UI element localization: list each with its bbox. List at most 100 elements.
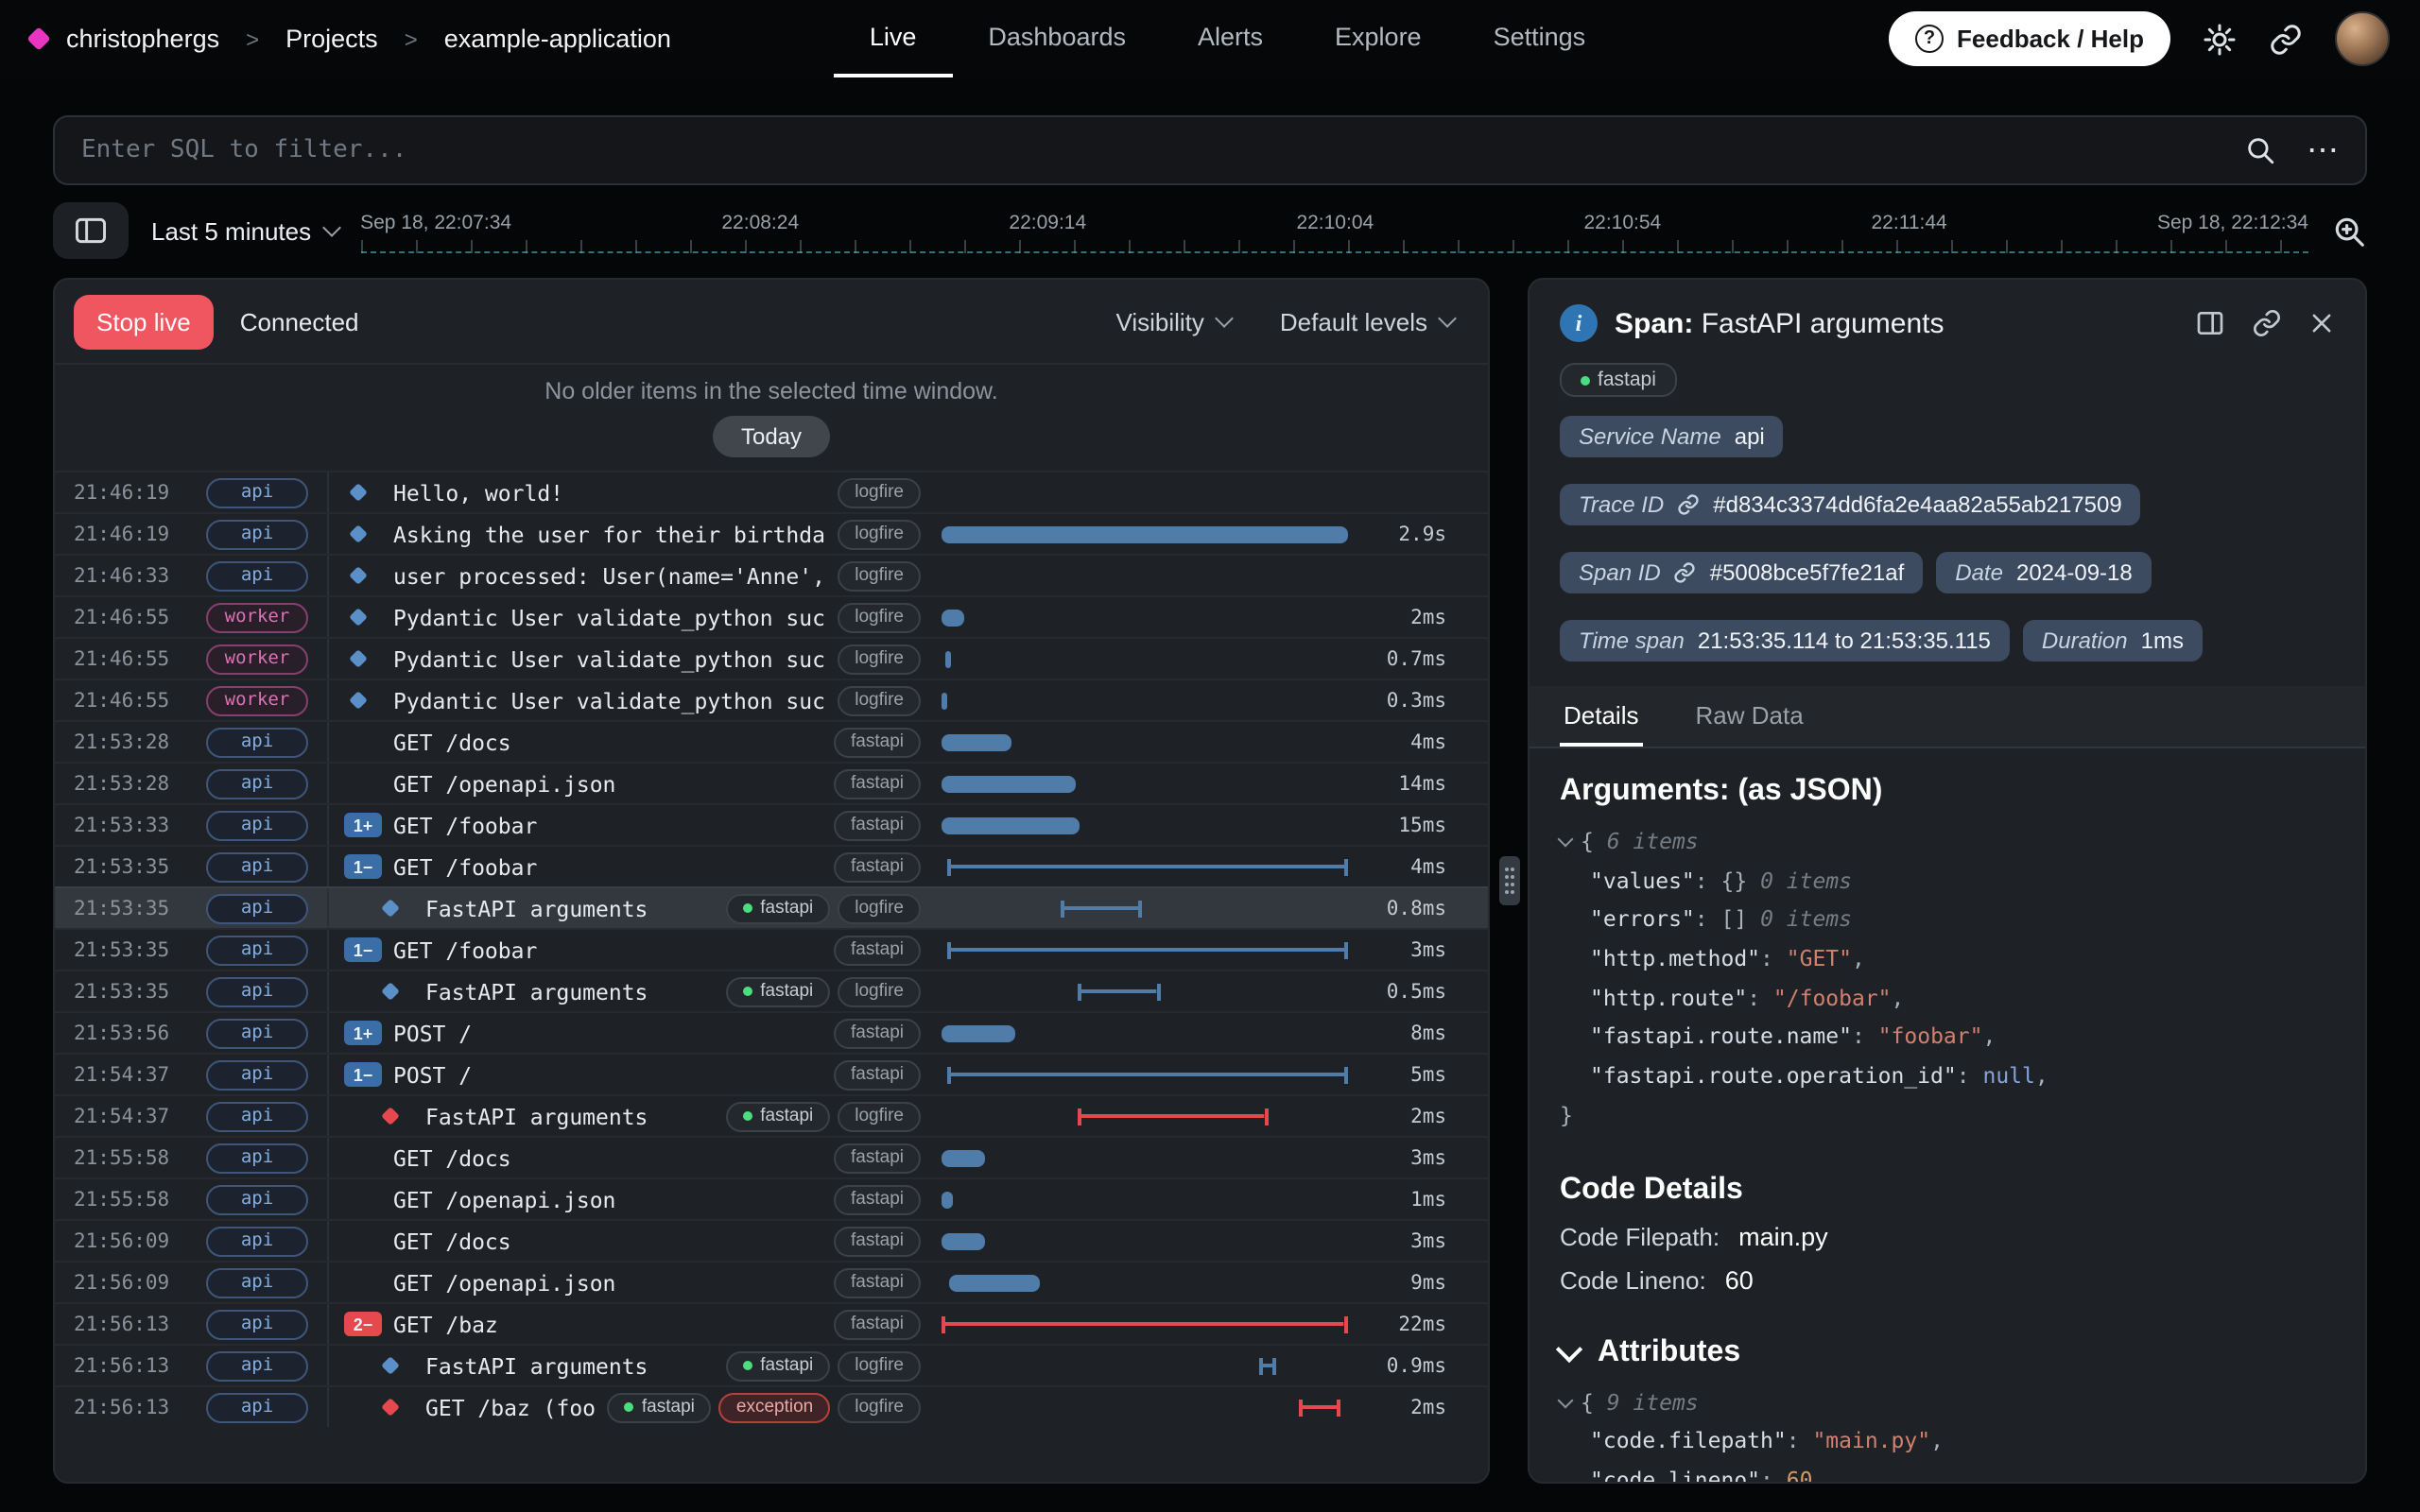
tab-details[interactable]: Details <box>1560 686 1643 747</box>
feedback-help-button[interactable]: ? Feedback / Help <box>1889 11 2170 66</box>
breadcrumb-projects[interactable]: Projects <box>285 25 378 53</box>
row-tags: fastapi <box>834 1267 921 1297</box>
time-range-select[interactable]: Last 5 minutes <box>151 216 337 245</box>
trace-row[interactable]: 21:53:35api1−GET /foobarfastapi4ms <box>55 845 1488 886</box>
breadcrumb-org[interactable]: christophergs <box>66 25 219 53</box>
timeline-tick-label: 22:10:54 <box>1583 212 1661 234</box>
trace-row[interactable]: 21:46:55workerPydantic User validate_pyt… <box>55 679 1488 720</box>
service-badge-cell: worker <box>187 685 327 715</box>
nav-tab-dashboards[interactable]: Dashboards <box>952 0 1162 77</box>
span-message: GET /foobar <box>393 936 537 963</box>
copy-link-icon[interactable] <box>2252 308 2282 338</box>
trace-row[interactable]: 21:53:28apiGET /openapi.jsonfastapi14ms <box>55 762 1488 803</box>
trace-row[interactable]: 21:53:35apiFastAPI argumentsfastapilogfi… <box>55 886 1488 928</box>
user-avatar[interactable] <box>2335 11 2390 66</box>
children-count-chip[interactable]: 1− <box>344 937 382 962</box>
trace-row[interactable]: 21:56:09apiGET /openapi.jsonfastapi9ms <box>55 1261 1488 1302</box>
panel-resizer[interactable] <box>1490 278 1528 1484</box>
row-timestamp: 21:53:28 <box>55 730 187 753</box>
row-content: Hello, world!logfire <box>327 472 936 512</box>
nav-tab-explore[interactable]: Explore <box>1299 0 1458 77</box>
close-icon[interactable] <box>2308 310 2335 336</box>
sql-filter-bar[interactable]: Enter SQL to filter... ⋯ <box>53 115 2367 185</box>
theme-toggle-icon[interactable] <box>2203 22 2237 56</box>
logfire-logo-icon[interactable] <box>26 26 50 50</box>
trace-row[interactable]: 21:46:19apiAsking the user for their bir… <box>55 512 1488 554</box>
attributes-heading: Attributes <box>1598 1335 1740 1369</box>
span-id-pill[interactable]: Span ID #5008bce5f7fe21af <box>1560 552 1923 593</box>
trace-row[interactable]: 21:54:37api1−POST /fastapi5ms <box>55 1053 1488 1094</box>
share-link-icon[interactable] <box>2269 22 2303 56</box>
trace-row[interactable]: 21:46:33apiuser processed: User(name='An… <box>55 554 1488 595</box>
trace-row[interactable]: 21:53:33api1+GET /foobarfastapi15ms <box>55 803 1488 845</box>
tab-raw-data[interactable]: Raw Data <box>1692 686 1807 747</box>
service-badge-cell: api <box>187 1309 327 1339</box>
scope-pill-logfire: logfire <box>838 602 921 632</box>
row-icon-slot: 1+ <box>344 813 382 837</box>
row-timestamp: 21:53:28 <box>55 772 187 795</box>
service-badge-cell: worker <box>187 602 327 632</box>
trace-row[interactable]: 21:56:13apiFastAPI argumentsfastapilogfi… <box>55 1344 1488 1385</box>
duration-label: Duration <box>2042 627 2128 654</box>
trace-row[interactable]: 21:56:13apiGET /baz (foobar)fastapiexcep… <box>55 1385 1488 1427</box>
attributes-heading-row[interactable]: Attributes <box>1560 1335 2335 1369</box>
children-count-chip[interactable]: 2− <box>344 1312 382 1336</box>
nav-tab-settings[interactable]: Settings <box>1458 0 1622 77</box>
row-tags: fastapi <box>834 935 921 965</box>
trace-row[interactable]: 21:56:13api2−GET /bazfastapi22ms <box>55 1302 1488 1344</box>
nav-tab-alerts[interactable]: Alerts <box>1162 0 1299 77</box>
row-duration: 0.3ms <box>1367 689 1488 712</box>
time-span-pill[interactable]: Time span 21:53:35.114 to 21:53:35.115 <box>1560 620 2010 662</box>
trace-row[interactable]: 21:46:55workerPydantic User validate_pyt… <box>55 595 1488 637</box>
collapse-chevron-icon[interactable] <box>1558 832 1574 848</box>
sidebar-toggle-button[interactable] <box>53 202 129 259</box>
duration-bar <box>1298 1399 1341 1416</box>
stop-live-button[interactable]: Stop live <box>74 294 214 349</box>
default-levels-dropdown[interactable]: Default levels <box>1280 307 1454 335</box>
span-diamond-icon <box>381 1107 400 1125</box>
trace-row[interactable]: 21:55:58apiGET /openapi.jsonfastapi1ms <box>55 1177 1488 1219</box>
row-timestamp: 21:46:55 <box>55 606 187 628</box>
trace-row[interactable]: 21:53:35api1−GET /foobarfastapi3ms <box>55 928 1488 970</box>
children-count-chip[interactable]: 1− <box>344 1062 382 1087</box>
span-diamond-icon <box>349 483 368 502</box>
children-count-chip[interactable]: 1+ <box>344 1021 382 1045</box>
duration-bar-track <box>936 1179 1367 1219</box>
json-line: "errors": [] 0 items <box>1560 901 2335 939</box>
children-count-chip[interactable]: 1− <box>344 854 382 879</box>
columns-layout-icon[interactable] <box>2195 308 2225 338</box>
trace-row[interactable]: 21:54:37apiFastAPI argumentsfastapilogfi… <box>55 1094 1488 1136</box>
trace-row[interactable]: 21:46:55workerPydantic User validate_pyt… <box>55 637 1488 679</box>
date-value: 2024-09-18 <box>2016 559 2133 586</box>
more-options-icon[interactable]: ⋯ <box>2307 134 2339 166</box>
tag-pill-fastapi[interactable]: fastapi <box>1560 363 1677 397</box>
trace-row[interactable]: 21:53:56api1+POST /fastapi8ms <box>55 1011 1488 1053</box>
trace-row[interactable]: 21:55:58apiGET /docsfastapi3ms <box>55 1136 1488 1177</box>
json-line: "code.lineno": 60, <box>1560 1461 2335 1484</box>
children-count-chip[interactable]: 1+ <box>344 813 382 837</box>
row-duration: 2ms <box>1367 1396 1488 1418</box>
zoom-icon[interactable] <box>2331 213 2367 249</box>
trace-row[interactable]: 21:53:28apiGET /docsfastapi4ms <box>55 720 1488 762</box>
service-name-pill[interactable]: Service Name api <box>1560 416 1784 457</box>
span-message: user processed: User(name='Anne', c… <box>393 562 826 589</box>
duration-pill[interactable]: Duration 1ms <box>2023 620 2203 662</box>
collapse-chevron-icon[interactable] <box>1558 1392 1574 1408</box>
breadcrumb-project[interactable]: example-application <box>444 25 671 53</box>
row-timestamp: 21:53:35 <box>55 938 187 961</box>
nav-tab-live[interactable]: Live <box>834 0 953 77</box>
date-pill[interactable]: Date 2024-09-18 <box>1936 552 2152 593</box>
trace-row[interactable]: 21:46:19apiHello, world!logfire <box>55 471 1488 512</box>
duration-bar-track <box>936 597 1367 637</box>
trace-row[interactable]: 21:53:35apiFastAPI argumentsfastapilogfi… <box>55 970 1488 1011</box>
span-message: GET /docs <box>393 729 511 755</box>
row-tags: fastapi <box>834 1143 921 1173</box>
timeline[interactable]: Sep 18, 22:07:3422:08:2422:09:1422:10:04… <box>360 198 2308 263</box>
trace-row[interactable]: 21:56:09apiGET /docsfastapi3ms <box>55 1219 1488 1261</box>
visibility-dropdown[interactable]: Visibility <box>1115 307 1230 335</box>
resizer-grip-icon[interactable] <box>1498 856 1519 905</box>
span-message: FastAPI arguments <box>425 1103 648 1129</box>
search-icon[interactable] <box>2244 134 2276 166</box>
trace-id-pill[interactable]: Trace ID #d834c3374dd6fa2e4aa82a55ab2175… <box>1560 484 2141 525</box>
today-button[interactable]: Today <box>713 416 830 457</box>
